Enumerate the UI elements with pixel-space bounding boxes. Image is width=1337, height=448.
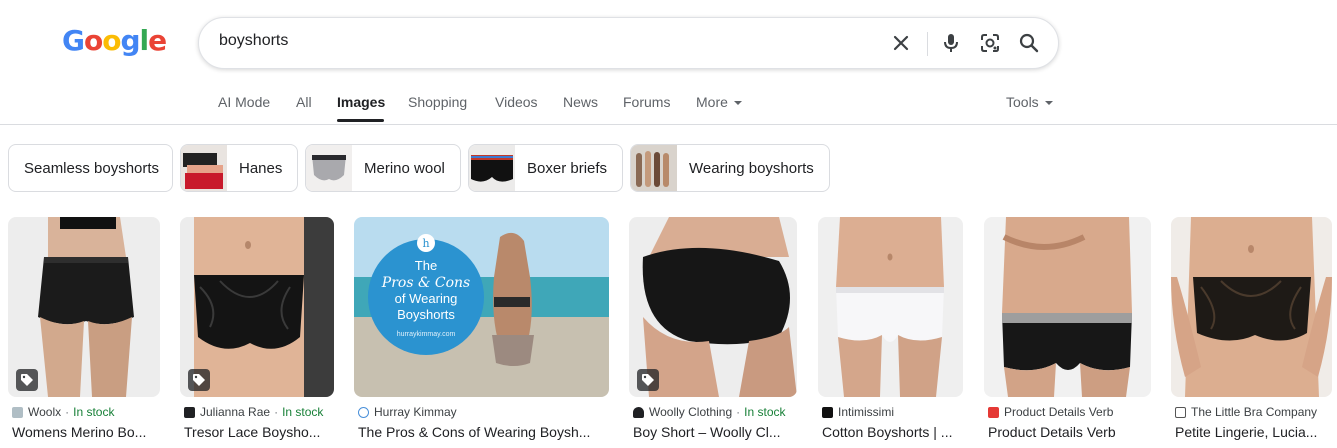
tools-button[interactable]: Tools [1006,94,1053,110]
tab-all[interactable]: All [296,94,312,110]
tag-icon [188,369,210,391]
mic-icon[interactable] [939,31,963,55]
tab-news[interactable]: News [563,94,598,110]
image-text-line: The [415,258,437,273]
chip-thumbnail [469,145,515,191]
separator-dot: · [736,405,741,419]
result-image[interactable] [818,217,963,397]
source-name: Woolly Clothing [649,405,733,419]
favicon-icon [12,406,23,418]
lens-icon[interactable] [978,31,1002,55]
search-icon[interactable] [1017,31,1041,55]
favicon-icon [184,406,195,418]
tab-more[interactable]: More [696,94,742,110]
search-divider [927,32,928,56]
google-logo[interactable]: Google [62,24,167,58]
active-tab-indicator [337,119,384,122]
source-name: The Little Bra Company [1191,405,1318,419]
source-name: Product Details Verb [1004,405,1114,419]
stock-status: In stock [73,405,115,419]
logo-letter: o [83,24,103,57]
image-text-line: Boyshorts [397,307,455,322]
result-source: Intimissimi [822,405,894,419]
result-title[interactable]: Boy Short – Woolly Cl... [633,424,793,440]
search-box[interactable] [198,17,1059,69]
result-title[interactable]: The Pros & Cons of Wearing Boysh... [358,424,603,440]
logo-letter: G [62,24,85,57]
source-name: Woolx [28,405,62,419]
tab-videos[interactable]: Videos [495,94,538,110]
result-source: Woolx · In stock [12,405,114,419]
favicon-icon [822,406,833,418]
result-image[interactable]: h The Pros & Cons of Wearing Boyshorts h… [354,217,609,397]
stock-status: In stock [282,405,324,419]
result-image[interactable] [1171,217,1332,397]
tab-forums[interactable]: Forums [623,94,670,110]
result-title[interactable]: Tresor Lace Boysho... [184,424,334,440]
result-title[interactable]: Product Details Verb [988,424,1148,440]
stock-status: In stock [744,405,786,419]
chip-thumbnail [631,145,677,191]
chip-label: Seamless boyshorts [24,159,160,177]
result-source: Product Details Verb [988,405,1113,419]
source-name: Julianna Rae [200,405,271,419]
result-source: Hurray Kimmay [358,405,457,419]
source-name: Hurray Kimmay [374,405,457,419]
result-source: The Little Bra Company [1175,405,1317,419]
chip-wearing-boyshorts[interactable]: Wearing boyshorts [630,144,830,192]
source-name: Intimissimi [838,405,894,419]
image-site-text: hurraykimmay.com [397,331,456,338]
logo-letter: e [148,24,167,57]
chip-boxer-briefs[interactable]: Boxer briefs [468,144,623,192]
favicon-icon [988,406,999,418]
image-text-line: Pros & Cons [381,275,470,291]
tag-icon [637,369,659,391]
result-title[interactable]: Womens Merino Bo... [12,424,162,440]
chip-thumbnail [181,145,227,191]
favicon-icon [358,406,369,418]
chip-seamless-boyshorts[interactable]: Seamless boyshorts [8,144,173,192]
result-title[interactable]: Cotton Boyshorts | ... [822,424,962,440]
tab-more-label: More [696,94,728,110]
tab-ai-mode[interactable]: AI Mode [218,94,270,110]
result-source: Woolly Clothing · In stock [633,405,786,419]
logo-letter: o [102,24,121,57]
logo-letter: l [139,24,150,57]
chip-label: Wearing boyshorts [689,159,814,177]
chevron-down-icon [1044,101,1053,106]
result-source: Julianna Rae · In stock [184,405,323,419]
tab-images[interactable]: Images [337,94,385,110]
header-divider [0,124,1337,125]
close-icon[interactable] [889,31,913,55]
result-title[interactable]: Petite Lingerie, Lucia... [1175,424,1333,440]
result-image[interactable] [984,217,1151,397]
image-badge-text: h [422,237,429,250]
tools-label: Tools [1006,94,1039,110]
tab-shopping[interactable]: Shopping [408,94,467,110]
chip-label: Merino wool [364,159,445,177]
logo-letter: g [120,24,140,57]
chip-merino-wool[interactable]: Merino wool [305,144,461,192]
chip-thumbnail [306,145,352,191]
search-input[interactable] [219,32,859,50]
chip-label: Hanes [239,159,283,177]
chip-hanes[interactable]: Hanes [180,144,298,192]
separator-dot: · [65,405,70,419]
image-text-line: of Wearing [395,291,458,306]
separator-dot: · [274,405,279,419]
chevron-down-icon [733,101,742,106]
favicon-icon [1175,406,1186,418]
tag-icon [16,369,38,391]
favicon-icon [633,406,644,418]
chip-label: Boxer briefs [527,159,608,177]
